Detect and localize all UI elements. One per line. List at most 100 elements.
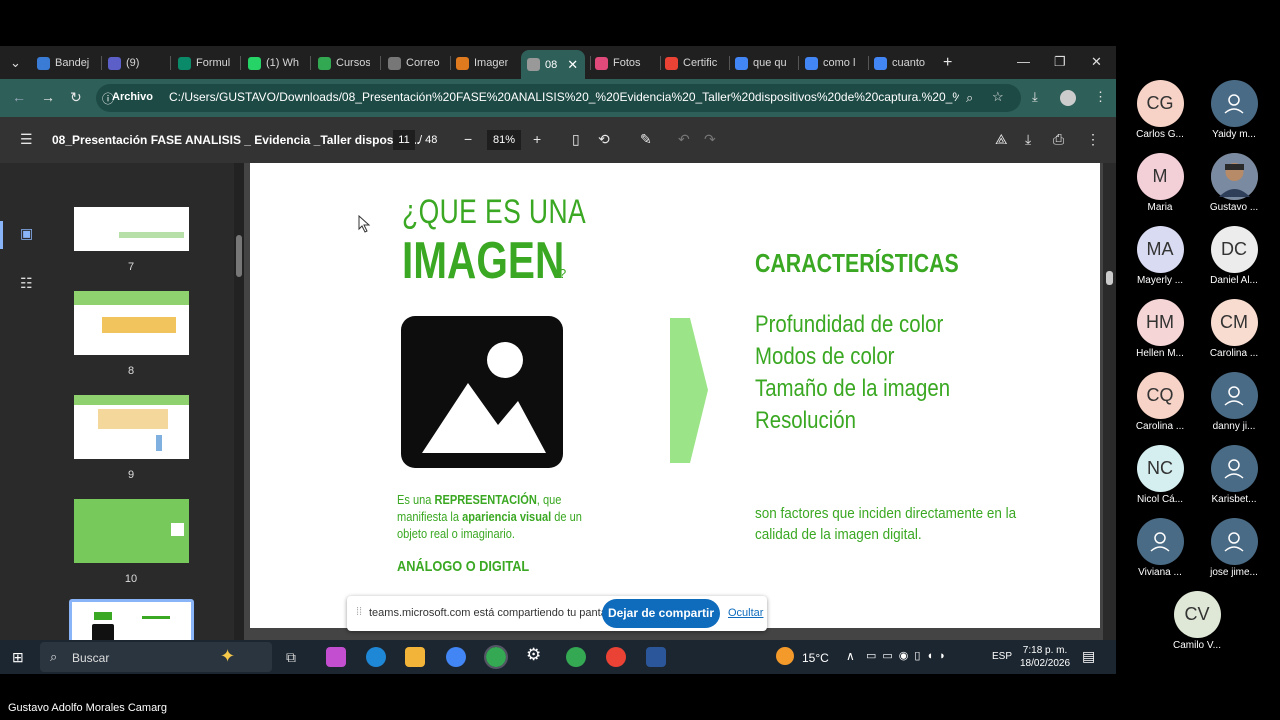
- participant-tile[interactable]: danny ji...: [1197, 372, 1271, 432]
- participant-name: Karisbet...: [1211, 494, 1257, 505]
- zoom-search-icon[interactable]: ⌕: [966, 90, 973, 106]
- tab-8[interactable]: Fotos: [595, 51, 647, 75]
- tab-0[interactable]: Bandej: [37, 51, 89, 75]
- pdf-more-icon[interactable]: ⋮: [1086, 131, 1100, 148]
- page-scrollbar[interactable]: [1103, 163, 1116, 644]
- close-tab-icon[interactable]: ✕: [567, 57, 578, 73]
- thumbnail-8[interactable]: [74, 291, 189, 355]
- avatar-initials: MA: [1146, 239, 1174, 259]
- address-url[interactable]: C:/Users/GUSTAVO/Downloads/08_Presentaci…: [169, 90, 959, 104]
- tab-2[interactable]: Formul: [178, 51, 230, 75]
- minimize-icon[interactable]: —: [1017, 54, 1030, 69]
- tab-4[interactable]: Cursos: [318, 51, 370, 75]
- weather-icon[interactable]: [776, 647, 794, 665]
- windows-start-icon[interactable]: ⊞: [12, 649, 24, 666]
- tab-search-chevron-icon[interactable]: ⌄: [10, 55, 21, 71]
- avatar: MA: [1136, 226, 1184, 273]
- settings-icon[interactable]: ⚙: [526, 645, 546, 665]
- input-language[interactable]: ESP: [992, 651, 1012, 662]
- reload-icon[interactable]: ↻: [70, 89, 82, 106]
- chrome-profile-icon[interactable]: [484, 645, 508, 669]
- system-clock[interactable]: 7:18 p. m. 18/02/2026: [1020, 644, 1070, 670]
- fit-page-icon[interactable]: ▯: [572, 131, 580, 148]
- tab-12[interactable]: cuanto: [874, 51, 926, 75]
- hide-link[interactable]: Ocultar: [728, 607, 763, 619]
- tab-label: Bandej: [55, 57, 89, 69]
- chrome-profile-3-icon[interactable]: [606, 647, 626, 667]
- participant-tile[interactable]: CM Carolina ...: [1197, 299, 1271, 359]
- back-icon[interactable]: ←: [12, 89, 26, 105]
- outline-view-icon[interactable]: ☷: [20, 275, 33, 292]
- tab-5[interactable]: Correo: [388, 51, 440, 75]
- participant-tile[interactable]: Karisbet...: [1197, 445, 1271, 505]
- participant-tile[interactable]: Gustavo ...: [1197, 153, 1271, 213]
- restore-icon[interactable]: ❐: [1054, 54, 1066, 70]
- edge-icon[interactable]: [366, 647, 386, 667]
- tab-11[interactable]: como l: [805, 51, 857, 75]
- undo-icon[interactable]: ↶: [678, 131, 690, 148]
- thumbnails-view-icon[interactable]: ▣: [20, 225, 33, 242]
- zoom-out-icon[interactable]: −: [464, 131, 472, 147]
- characteristic-item: Profundidad de color: [755, 311, 944, 338]
- downloads-icon[interactable]: ⤓: [1032, 89, 1038, 105]
- taskbar-search[interactable]: ⌕ Buscar ✦: [40, 642, 272, 672]
- stop-sharing-button[interactable]: Dejar de compartir: [602, 599, 720, 628]
- participant-tile[interactable]: CG Carlos G...: [1123, 80, 1197, 140]
- participant-tile[interactable]: CV Camilo V...: [1160, 591, 1234, 651]
- tab-9[interactable]: Certific: [665, 51, 717, 75]
- file-explorer-icon[interactable]: [405, 647, 425, 667]
- zoom-in-icon[interactable]: +: [533, 131, 541, 147]
- tab-6[interactable]: Imagen: [456, 51, 508, 75]
- task-view-icon[interactable]: ⧉: [286, 649, 296, 666]
- participant-tile[interactable]: NC Nicol Cá...: [1123, 445, 1197, 505]
- thumbnail-10[interactable]: [74, 499, 189, 563]
- participant-tile[interactable]: CQ Carolina ...: [1123, 372, 1197, 432]
- redo-icon[interactable]: ↷: [704, 131, 716, 148]
- profile-avatar[interactable]: [1060, 90, 1076, 106]
- forward-icon[interactable]: →: [41, 89, 55, 105]
- participant-tile[interactable]: jose jime...: [1197, 518, 1271, 578]
- tab-3[interactable]: (1) Wh: [248, 51, 300, 75]
- participant-tile[interactable]: M Maria: [1123, 153, 1197, 213]
- tab-10[interactable]: que qu: [735, 51, 787, 75]
- tray-chevron-icon[interactable]: ∧: [846, 649, 855, 663]
- tab-separator: [170, 56, 171, 70]
- participant-tile[interactable]: DC Daniel Al...: [1197, 226, 1271, 286]
- thumbnail-11[interactable]: [69, 599, 194, 644]
- tab-label: 08: [545, 58, 558, 71]
- chrome-icon[interactable]: [446, 647, 466, 667]
- new-tab-button[interactable]: +: [943, 54, 952, 72]
- browser-toolbar: ← → ↻ ⓘ Archivo C:/Users/GUSTAVO/Downloa…: [0, 79, 1116, 117]
- tray-icons[interactable]: ▭▭◉▯◖◗: [866, 649, 952, 662]
- annotate-icon[interactable]: ✎: [640, 131, 652, 148]
- drag-handle-icon[interactable]: ⁞⁞: [356, 606, 362, 618]
- rotate-icon[interactable]: ⟲: [598, 131, 610, 148]
- pdf-menu-icon[interactable]: ☰: [20, 131, 33, 148]
- pdf-download-icon[interactable]: ⤓: [1025, 131, 1031, 148]
- save-drive-icon[interactable]: ⟁: [995, 131, 1008, 148]
- print-icon[interactable]: ⎙: [1053, 131, 1064, 148]
- word-icon[interactable]: [646, 647, 666, 667]
- browser-menu-icon[interactable]: ⋮: [1094, 89, 1107, 105]
- zoom-input[interactable]: 81%: [487, 130, 521, 150]
- avatar: CV: [1173, 591, 1221, 638]
- tab-1[interactable]: (9): [108, 51, 160, 75]
- bookmark-star-icon[interactable]: ☆: [992, 89, 1004, 105]
- tab-7[interactable]: 08 ✕: [521, 50, 585, 79]
- thumbnail-scrollbar[interactable]: [234, 163, 244, 644]
- participant-tile[interactable]: Viviana ...: [1123, 518, 1197, 578]
- address-bar[interactable]: ⓘ Archivo C:/Users/GUSTAVO/Downloads/08_…: [96, 84, 1021, 112]
- avatar-initials: M: [1152, 166, 1168, 186]
- page-number-input[interactable]: 11: [393, 130, 415, 150]
- close-window-icon[interactable]: ✕: [1091, 54, 1102, 70]
- participant-tile[interactable]: HM Hellen M...: [1123, 299, 1197, 359]
- chrome-profile-2-icon[interactable]: [566, 647, 586, 667]
- participant-tile[interactable]: Yaidy m...: [1197, 80, 1271, 140]
- copilot-icon[interactable]: [326, 647, 346, 667]
- notifications-icon[interactable]: ▤: [1082, 648, 1095, 665]
- participant-tile[interactable]: MA Mayerly ...: [1123, 226, 1197, 286]
- thumbnail-9[interactable]: [74, 395, 189, 459]
- thumbnail-7[interactable]: [74, 207, 189, 251]
- person-icon: [1224, 385, 1244, 406]
- temperature[interactable]: 15°C: [802, 651, 829, 665]
